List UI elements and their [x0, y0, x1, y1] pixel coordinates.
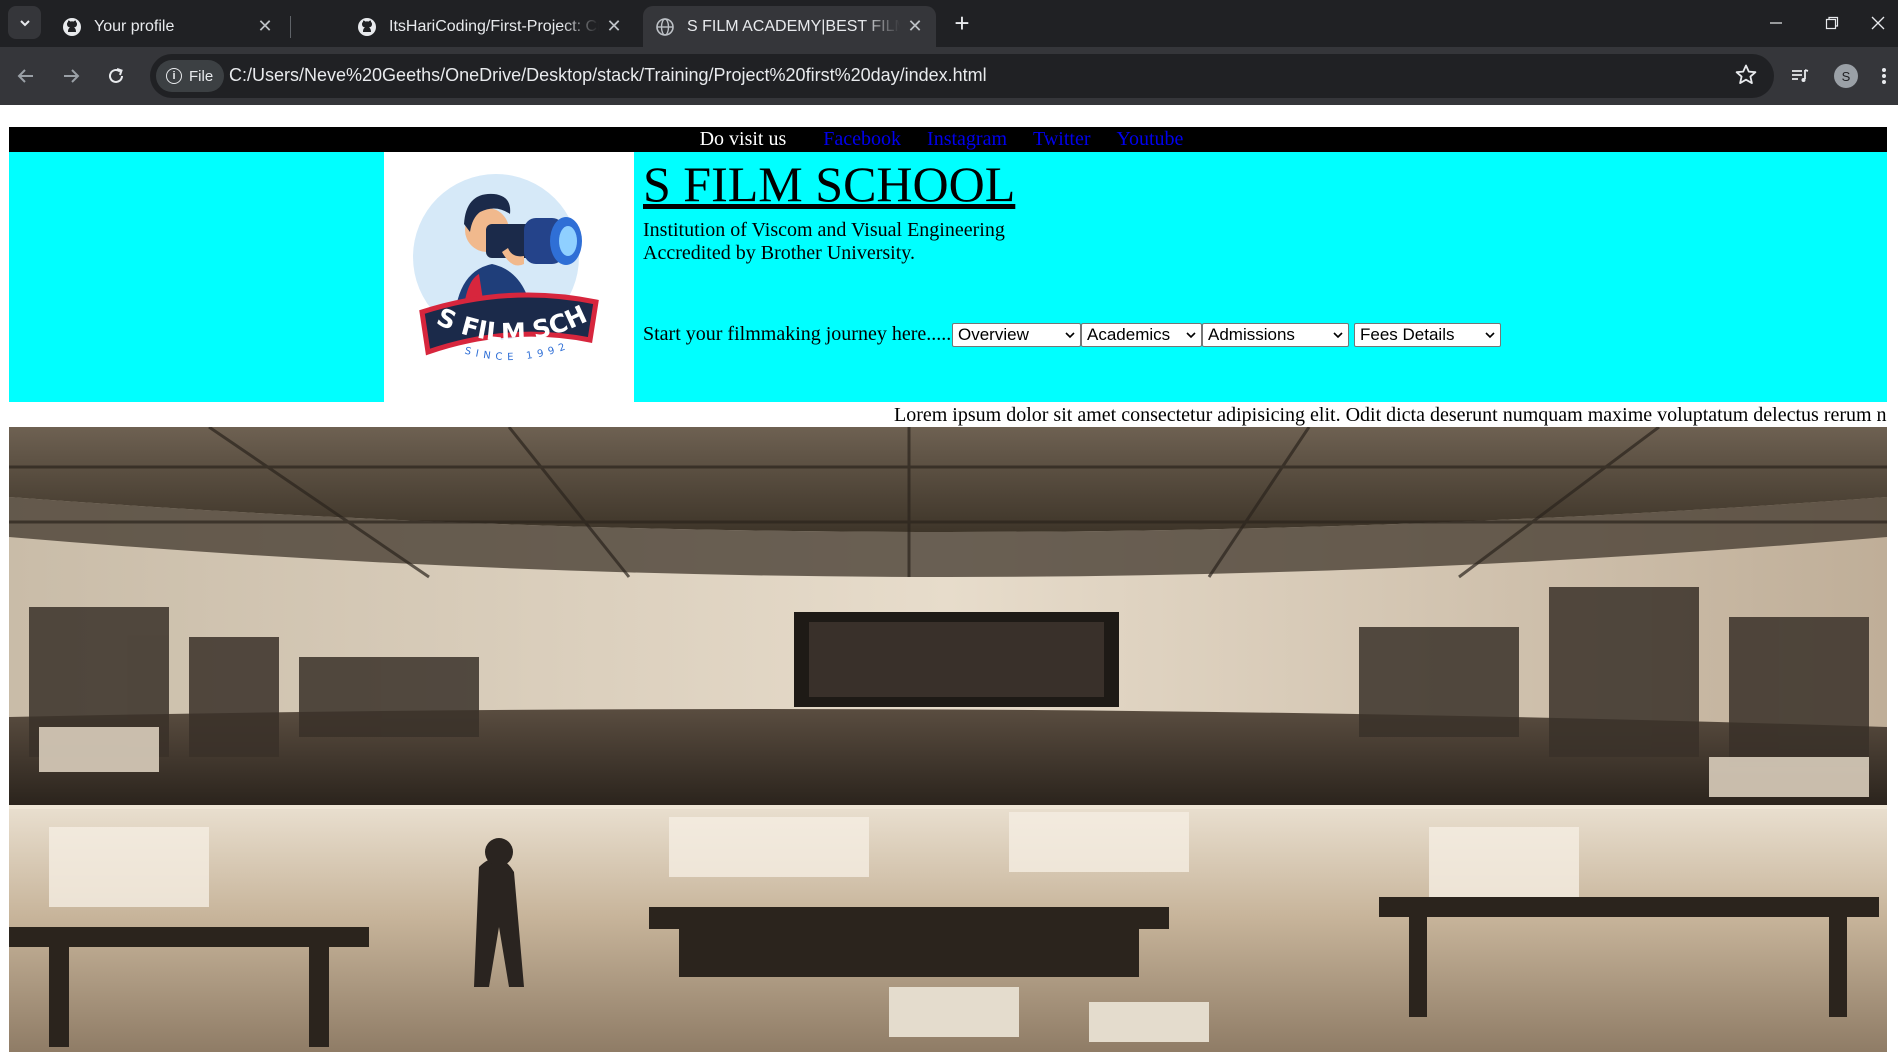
subtitle-institution: Institution of Viscom and Visual Enginee…: [643, 219, 1005, 241]
facebook-link[interactable]: Facebook: [823, 128, 901, 150]
reload-button[interactable]: [100, 60, 132, 92]
fees-details-select-value: Fees Details: [1360, 325, 1455, 344]
tab-separator: [290, 16, 291, 38]
url-text[interactable]: C:/Users/Neve%20Geeths/OneDrive/Desktop/…: [229, 65, 987, 86]
school-logo[interactable]: S FILM SCHOOL SINCE 1992: [373, 129, 634, 402]
tab-search-button[interactable]: [8, 6, 41, 39]
restore-icon: [1825, 16, 1839, 30]
chevron-down-icon: [1485, 332, 1495, 339]
tab-title: S FILM ACADEMY|BEST FILM M: [687, 17, 900, 35]
twitter-link[interactable]: Twitter: [1033, 128, 1090, 150]
github-icon: [62, 17, 82, 37]
playlist-music-icon: [1792, 69, 1809, 82]
address-bar[interactable]: i File C:/Users/Neve%20Geeths/OneDrive/D…: [150, 54, 1774, 98]
browser-toolbar: i File C:/Users/Neve%20Geeths/OneDrive/D…: [0, 47, 1898, 105]
back-button[interactable]: [10, 60, 42, 92]
minimize-button[interactable]: [1756, 8, 1796, 38]
tab-your-profile[interactable]: Your profile ✕: [50, 6, 286, 47]
subtitle-accreditation: Accredited by Brother University.: [643, 242, 915, 264]
new-tab-button[interactable]: +: [948, 10, 976, 38]
tab-title: ItsHariCoding/First-Project: Cre: [389, 17, 599, 35]
avatar: S: [1834, 64, 1858, 88]
film-studio-photo: [9, 427, 1887, 1052]
github-icon: [357, 17, 377, 37]
info-icon: i: [166, 68, 182, 84]
arrow-right-icon: [64, 69, 80, 83]
close-tab-icon[interactable]: ✕: [605, 16, 623, 37]
page-title[interactable]: S FILM SCHOOL: [643, 158, 1015, 210]
overview-select-value: Overview: [958, 325, 1029, 344]
social-bar: Do visit us Facebook Instagram Twitter Youtu…: [9, 127, 1887, 152]
overview-select[interactable]: Overview: [952, 323, 1081, 347]
chevron-down-icon: [1065, 332, 1075, 339]
site-header: S FILM SCHOOL SINCE 1992 S FILM SCHOOL I…: [9, 129, 1887, 402]
tab-s-film-academy[interactable]: S FILM ACADEMY|BEST FILM M ✕: [643, 6, 936, 47]
site-info-label: File: [189, 67, 214, 85]
forward-button[interactable]: [55, 60, 87, 92]
restore-button[interactable]: [1812, 8, 1852, 38]
site-info-chip[interactable]: i File: [156, 60, 224, 92]
youtube-link[interactable]: Youtube: [1117, 128, 1184, 150]
tab-first-project[interactable]: ItsHariCoding/First-Project: Cre ✕: [345, 6, 635, 47]
bookmark-star-icon[interactable]: [1734, 63, 1760, 89]
fees-details-select[interactable]: Fees Details: [1354, 323, 1501, 347]
chevron-down-icon: [1333, 332, 1343, 339]
minimize-icon: [1770, 22, 1782, 24]
admissions-select[interactable]: Admissions: [1202, 323, 1349, 347]
academics-select[interactable]: Academics: [1081, 323, 1202, 347]
media-control-button[interactable]: [1784, 60, 1816, 92]
journey-text: Start your filmmaking journey here......: [643, 323, 957, 345]
reload-icon: [109, 68, 123, 83]
academics-select-value: Academics: [1087, 325, 1171, 344]
instagram-link[interactable]: Instagram: [927, 128, 1007, 150]
tab-strip: Your profile ✕ ItsHariCoding/First-Proje…: [0, 0, 1898, 47]
social-bar-label: Do visit us: [699, 128, 787, 150]
more-vertical-icon: [1882, 68, 1886, 84]
admissions-select-value: Admissions: [1208, 325, 1295, 344]
globe-icon: [655, 17, 675, 37]
arrow-left-icon: [17, 69, 33, 83]
close-icon: [1871, 16, 1885, 30]
page-viewport: Do visit us Facebook Instagram Twitter Youtu…: [0, 105, 1898, 1056]
browser-menu-button[interactable]: [1874, 60, 1894, 92]
tab-title: Your profile: [94, 17, 175, 35]
close-tab-icon[interactable]: ✕: [256, 16, 274, 37]
chevron-down-icon: [19, 19, 30, 26]
profile-button[interactable]: S: [1830, 60, 1862, 92]
scrolling-marquee: Lorem ipsum dolor sit amet consectetur a…: [894, 404, 1887, 426]
close-tab-icon[interactable]: ✕: [906, 16, 924, 37]
chevron-down-icon: [1186, 332, 1196, 339]
close-window-button[interactable]: [1858, 8, 1898, 38]
